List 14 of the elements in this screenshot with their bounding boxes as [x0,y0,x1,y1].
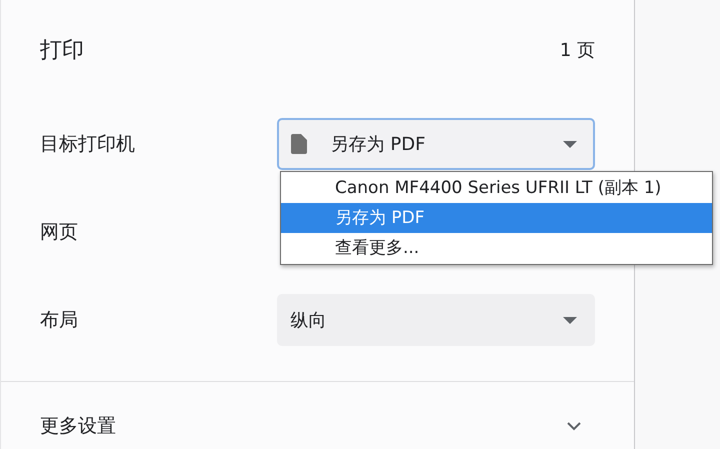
setting-label: 网页 [40,220,79,245]
setting-label: 目标打印机 [40,132,136,157]
menu-option[interactable]: 另存为 PDF [281,203,712,233]
caret-icon [563,316,577,324]
caret-icon [563,140,577,148]
menu-option[interactable]: 查看更多... [281,233,712,263]
select-field[interactable]: 纵向 [276,294,595,346]
menu-option[interactable]: Canon MF4400 Series UFRII LT (副本 1) [281,173,712,203]
setting-label: 布局 [40,308,79,333]
more-settings-toggle[interactable]: 更多设置 [40,382,595,439]
select-field[interactable]: 另存为 PDF [276,118,595,170]
dialog-title: 打印 [40,37,84,65]
page-count: 1 页 [560,39,595,62]
document-icon [290,134,307,154]
